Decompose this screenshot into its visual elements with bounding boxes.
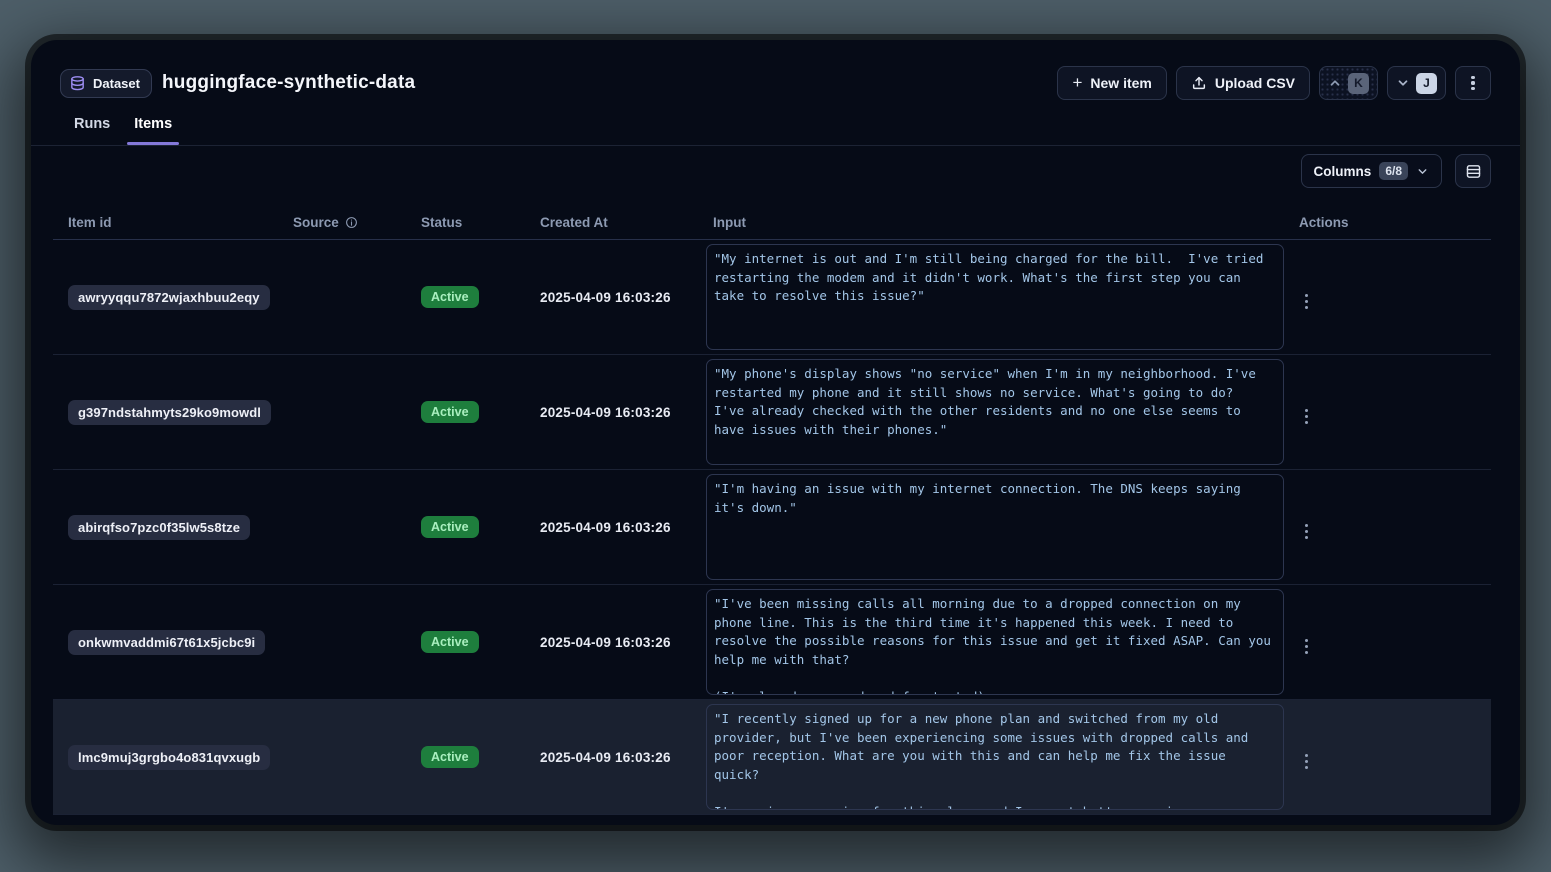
columns-count-badge: 6/8 [1379,162,1408,180]
plus-icon: + [1072,73,1082,93]
new-item-label: New item [1090,75,1151,91]
kebab-menu-icon [1305,524,1308,539]
chevron-down-icon [1396,76,1410,90]
column-header-status[interactable]: Status [406,215,525,230]
dataset-type-badge: Dataset [60,69,152,98]
input-preview-cell[interactable]: "My internet is out and I'm still being … [706,244,1284,350]
chevron-down-icon [1416,165,1429,178]
dataset-badge-label: Dataset [93,76,140,91]
previous-item-button[interactable]: K [1319,66,1378,100]
status-badge: Active [421,401,479,423]
chevron-up-icon [1328,76,1342,90]
created-at-value: 2025-04-09 16:03:26 [540,405,671,420]
table-row[interactable]: lmc9muj3grgbo4o831qvxugb Active 2025-04-… [53,700,1491,815]
window-header: Dataset huggingface-synthetic-data + New… [60,64,1491,102]
page-title: huggingface-synthetic-data [162,72,415,94]
info-icon [345,216,358,229]
status-badge: Active [421,286,479,308]
keyboard-shortcut-j: J [1416,73,1437,94]
status-badge: Active [421,746,479,768]
dataset-window: Dataset huggingface-synthetic-data + New… [31,40,1520,825]
created-at-value: 2025-04-09 16:03:26 [540,290,671,305]
table-rows-icon [1465,163,1482,180]
input-text: "I'm having an issue with my internet co… [714,480,1276,517]
table-row[interactable]: awryyqqu7872wjaxhbuu2eqy Active 2025-04-… [53,240,1491,355]
input-text: "I recently signed up for a new phone pl… [714,710,1276,810]
kebab-menu-icon [1305,409,1308,424]
row-height-button[interactable] [1455,154,1491,188]
row-actions-menu-button[interactable] [1299,394,1314,429]
table-row[interactable]: g397ndstahmyts29ko9mowdl Active 2025-04-… [53,355,1491,470]
row-actions-menu-button[interactable] [1299,624,1314,659]
row-actions-menu-button[interactable] [1299,739,1314,774]
next-item-button[interactable]: J [1387,66,1446,100]
input-text: "My internet is out and I'm still being … [714,250,1276,306]
column-header-actions: Actions [1284,215,1491,230]
created-at-value: 2025-04-09 16:03:26 [540,635,671,650]
columns-label: Columns [1314,164,1372,179]
source-cell [278,355,406,469]
upload-icon [1191,75,1207,91]
new-item-button[interactable]: + New item [1057,66,1166,100]
status-badge: Active [421,516,479,538]
input-text: "My phone's display shows "no service" w… [714,365,1276,439]
upload-csv-button[interactable]: Upload CSV [1176,66,1310,100]
keyboard-shortcut-k: K [1348,73,1369,94]
source-cell [278,470,406,584]
row-actions-menu-button[interactable] [1299,279,1314,314]
source-cell [278,700,406,814]
kebab-menu-icon [1305,294,1308,309]
source-cell [278,585,406,699]
column-header-input[interactable]: Input [698,215,1284,230]
tab-runs[interactable]: Runs [74,116,110,145]
kebab-menu-icon [1305,754,1308,769]
tab-items[interactable]: Items [134,116,172,145]
item-id-badge[interactable]: awryyqqu7872wjaxhbuu2eqy [68,285,270,310]
column-header-item-id[interactable]: Item id [53,215,278,230]
input-preview-cell[interactable]: "I recently signed up for a new phone pl… [706,704,1284,810]
tab-bar: Runs Items [74,116,172,145]
table-header-row: Item id Source Status Created At Input A… [53,205,1491,240]
item-id-badge[interactable]: g397ndstahmyts29ko9mowdl [68,400,271,425]
kebab-menu-icon [1305,639,1308,654]
row-actions-menu-button[interactable] [1299,509,1314,544]
columns-dropdown-button[interactable]: Columns 6/8 [1301,154,1442,188]
table-row[interactable]: abirqfso7pzc0f35lw5s8tze Active 2025-04-… [53,470,1491,585]
input-preview-cell[interactable]: "I'm having an issue with my internet co… [706,474,1284,580]
created-at-value: 2025-04-09 16:03:26 [540,520,671,535]
column-header-source[interactable]: Source [278,215,406,230]
upload-csv-label: Upload CSV [1215,75,1295,91]
input-preview-cell[interactable]: "I've been missing calls all morning due… [706,589,1284,695]
created-at-value: 2025-04-09 16:03:26 [540,750,671,765]
header-actions-menu-button[interactable] [1455,66,1491,100]
item-id-badge[interactable]: abirqfso7pzc0f35lw5s8tze [68,515,250,540]
header-divider [31,145,1520,146]
column-header-created-at[interactable]: Created At [525,215,698,230]
kebab-menu-icon [1471,76,1474,91]
table-row[interactable]: onkwmvaddmi67t61x5jcbc9i Active 2025-04-… [53,585,1491,700]
desktop-background: Dataset huggingface-synthetic-data + New… [0,0,1551,872]
source-cell [278,240,406,354]
item-id-badge[interactable]: lmc9muj3grgbo4o831qvxugb [68,745,270,770]
input-text: "I've been missing calls all morning due… [714,595,1276,695]
table-toolbar: Columns 6/8 [1301,154,1491,188]
status-badge: Active [421,631,479,653]
dataset-items-table: Item id Source Status Created At Input A… [53,205,1491,815]
database-icon [69,75,86,92]
item-id-badge[interactable]: onkwmvaddmi67t61x5jcbc9i [68,630,265,655]
input-preview-cell[interactable]: "My phone's display shows "no service" w… [706,359,1284,465]
